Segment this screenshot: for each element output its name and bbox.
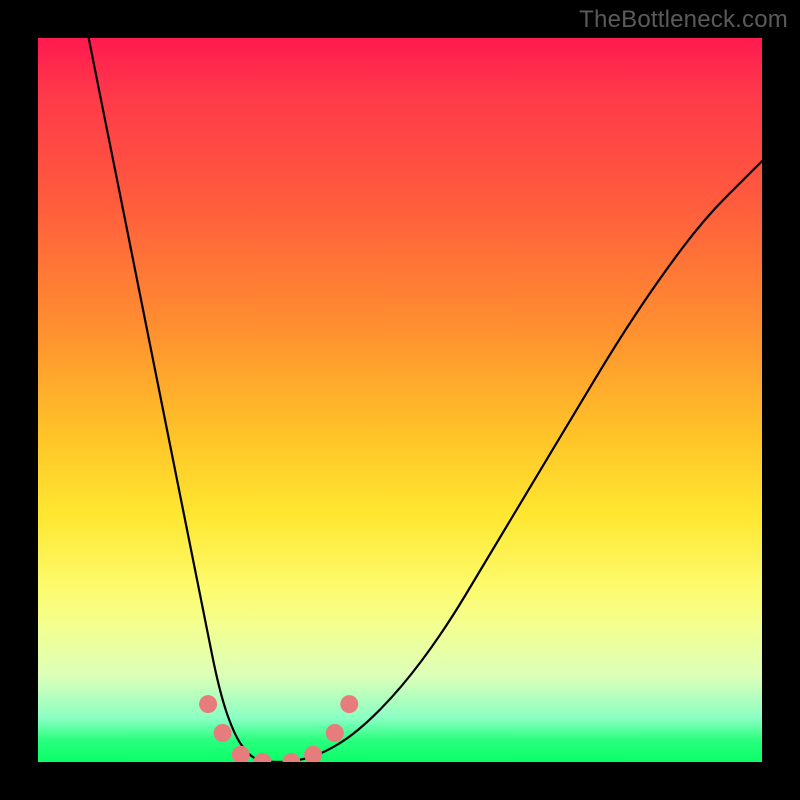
watermark-text: TheBottleneck.com: [579, 6, 788, 34]
curve-marker: [253, 753, 271, 762]
curve-marker: [214, 724, 232, 742]
curve-svg: [38, 38, 762, 762]
plot-area: [38, 38, 762, 762]
curve-marker: [199, 695, 217, 713]
curve-marker: [326, 724, 344, 742]
curve-marker: [232, 746, 250, 762]
bottleneck-curve-line: [89, 38, 762, 762]
curve-marker: [304, 746, 322, 762]
curve-marker: [282, 753, 300, 762]
chart-container: TheBottleneck.com: [0, 0, 800, 800]
curve-marker: [340, 695, 358, 713]
curve-markers: [199, 695, 358, 762]
